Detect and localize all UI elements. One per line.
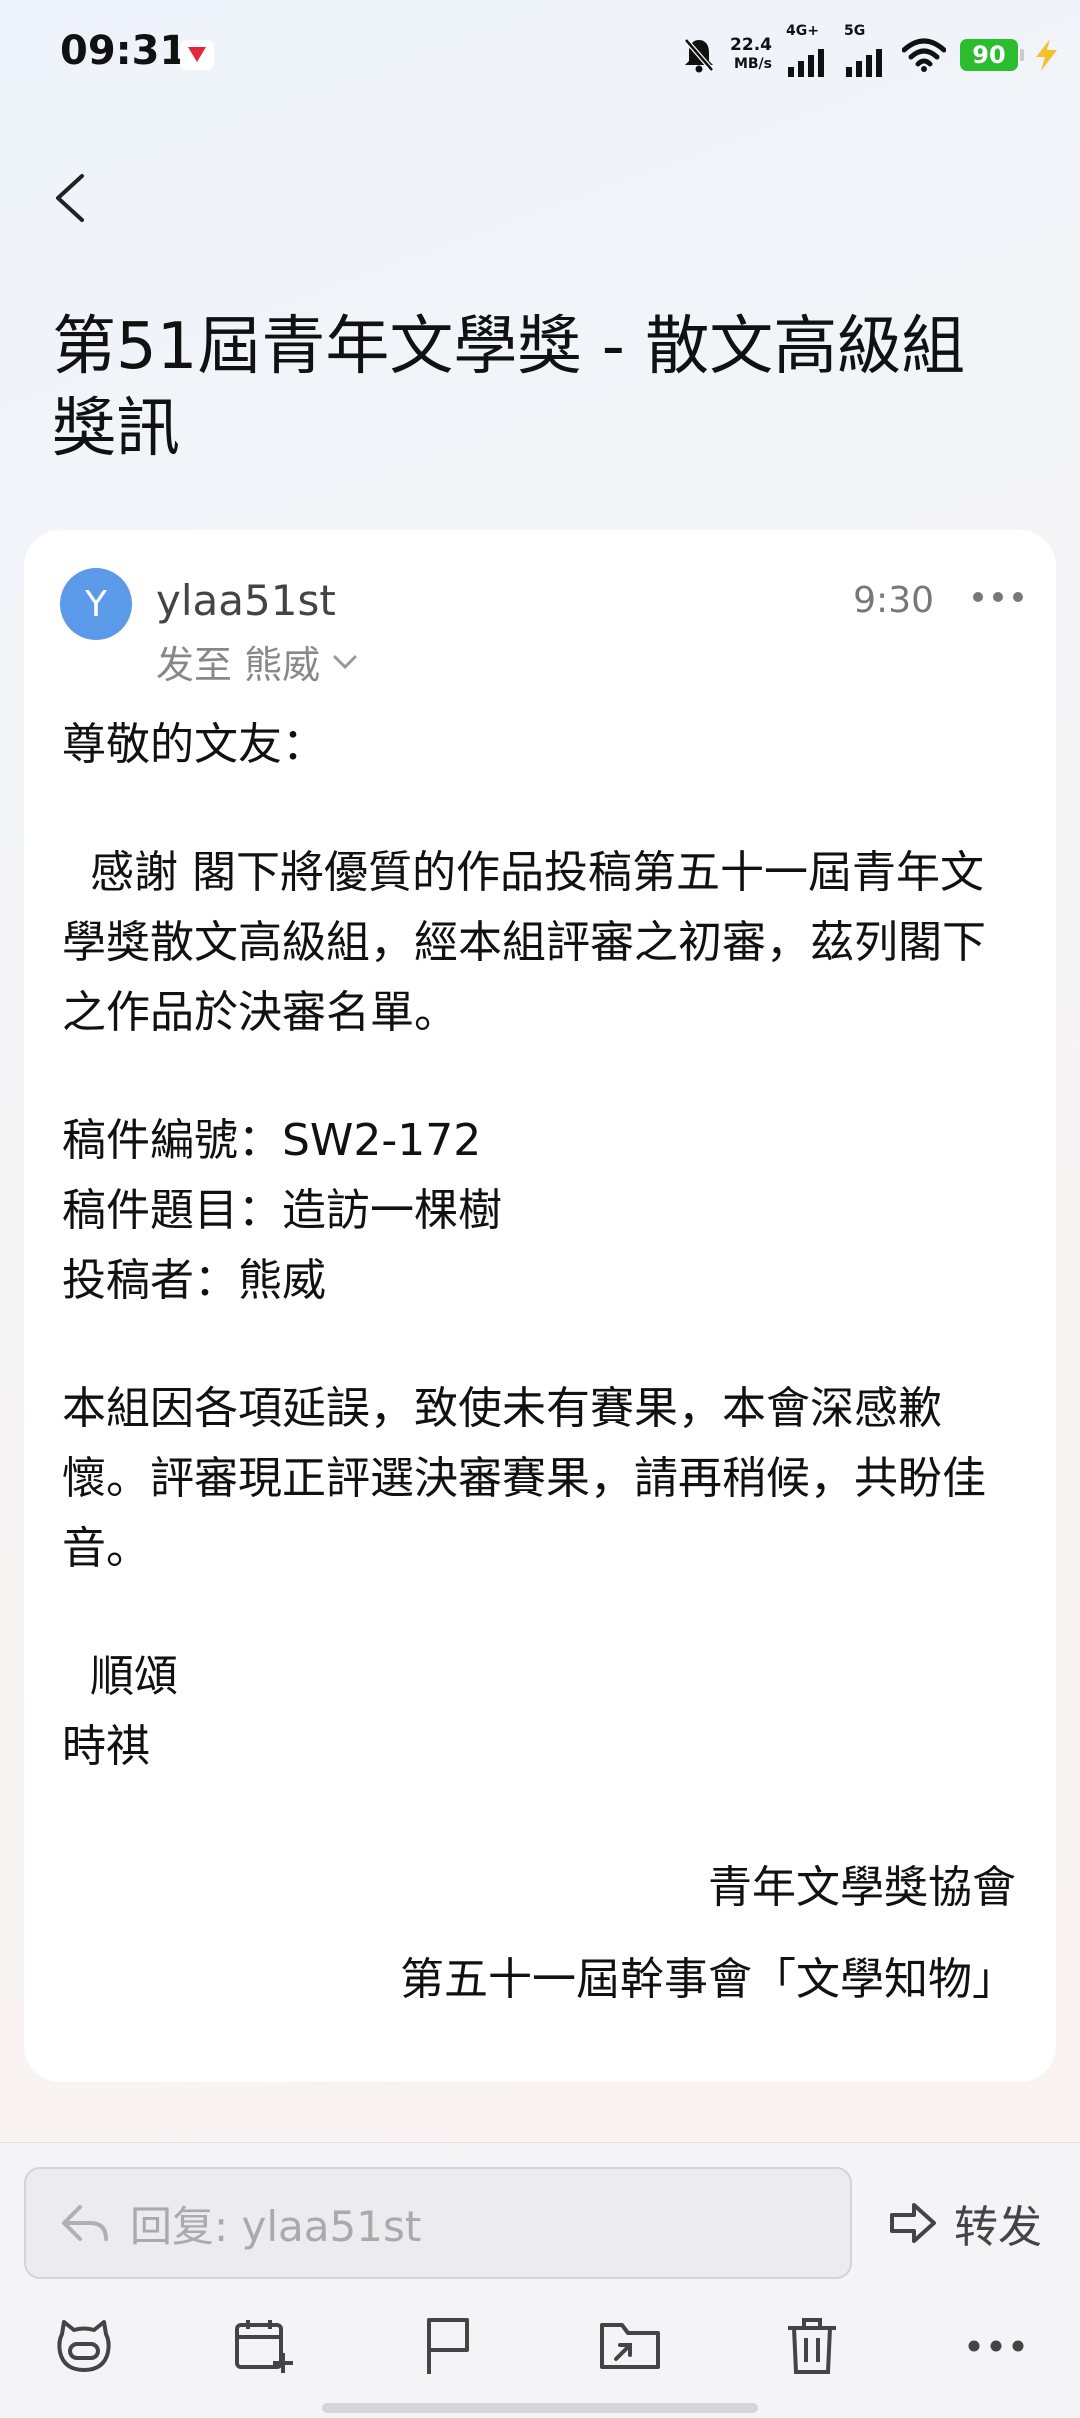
ai-assistant-icon [57,2320,111,2372]
closing-line: 時祺 [62,1721,150,1772]
forward-button[interactable]: 转发 [888,2191,1042,2255]
signal-4g-label: 4G+ [786,23,819,39]
body-paragraph: 本組因各項延誤，致使未有賽果，本會深感歉懷。評審現正評選決審賽果，請再稍候，共盼… [62,1383,986,1574]
reply-arrow-icon [62,2205,108,2241]
email-subject: 第51屆青年文學獎 - 散文高級組獎訊 [52,310,966,466]
charging-bolt-icon [1036,39,1057,71]
forward-label: 转发 [954,2202,1042,2253]
wifi-icon [902,38,946,72]
flag-icon [427,2318,469,2374]
move-folder-icon [600,2323,660,2369]
move-to-folder-button[interactable] [590,2301,670,2391]
chevron-down-icon [333,655,357,669]
body-greeting: 尊敬的文友： [62,719,326,770]
email-card: Y ylaa51st 发至 熊威 9:30 尊敬的文友： 感謝 閣下將優質的作品… [24,530,1056,2082]
status-time: 09:31 [60,28,188,74]
closing-line: 順頌 [62,1651,178,1702]
signal-bars-icon [846,49,882,77]
net-speed: 22.4 MB/s [730,36,772,74]
signal-5g-label: 5G [844,23,866,39]
email-time: 9:30 [853,580,934,621]
bottom-toolbar [0,2301,1080,2411]
entry-id: 稿件編號：SW2-172 [62,1115,482,1166]
signal-bars-icon [788,49,824,77]
battery-indicator: 90 [960,39,1024,71]
net-speed-value: 22.4 [730,35,772,55]
ai-assistant-button[interactable] [44,2301,124,2391]
recipient-text: 发至 熊威 [156,643,321,687]
reply-input[interactable]: 回复: ylaa51st [24,2167,852,2279]
more-actions-button[interactable] [956,2301,1036,2391]
status-indicators: 22.4 MB/s 4G+ 5G 90 [682,23,1060,80]
net-speed-unit: MB/s [733,56,772,72]
delete-button[interactable] [772,2301,852,2391]
bottom-action-area: 回复: ylaa51st 转发 [0,2142,1080,2418]
add-to-calendar-button[interactable] [224,2301,304,2391]
email-signature: 青年文學獎協會 第五十一屆幹事會「文學知物」 [400,1842,1016,2026]
sender-name[interactable]: ylaa51st [156,576,336,625]
more-dots-icon[interactable] [970,582,1026,612]
home-indicator[interactable] [322,2403,758,2413]
signature-committee: 第五十一屆幹事會「文學知物」 [400,1954,1016,2005]
signal-5g: 5G [844,23,888,77]
back-arrow-icon[interactable] [48,168,92,228]
calendar-add-icon [235,2320,293,2373]
body-paragraph: 感謝 閣下將優質的作品投稿第五十一屆青年文學獎散文高級組，經本組評審之初審，茲列… [62,847,986,1038]
recipient-toggle[interactable]: 发至 熊威 [156,634,358,689]
app-notification-icon [180,40,214,70]
status-bar: 09:31 22.4 MB/s 4G+ 5G 90 [0,0,1080,110]
entry-title: 稿件題目：造訪一棵樹 [62,1185,502,1236]
forward-arrow-icon [890,2203,936,2243]
sender-avatar[interactable]: Y [60,568,132,640]
reply-placeholder: 回复: ylaa51st [130,2201,422,2251]
mute-bell-icon [684,38,714,73]
flag-button[interactable] [408,2301,488,2391]
signature-org: 青年文學獎協會 [708,1862,1016,1913]
email-body: 尊敬的文友： 感謝 閣下將優質的作品投稿第五十一屆青年文學獎散文高級組，經本組評… [62,710,1022,1782]
trash-icon [788,2318,836,2374]
entry-author: 投稿者：熊威 [62,1255,326,1306]
signal-4g: 4G+ [786,23,830,77]
more-dots-icon [968,2340,1024,2352]
